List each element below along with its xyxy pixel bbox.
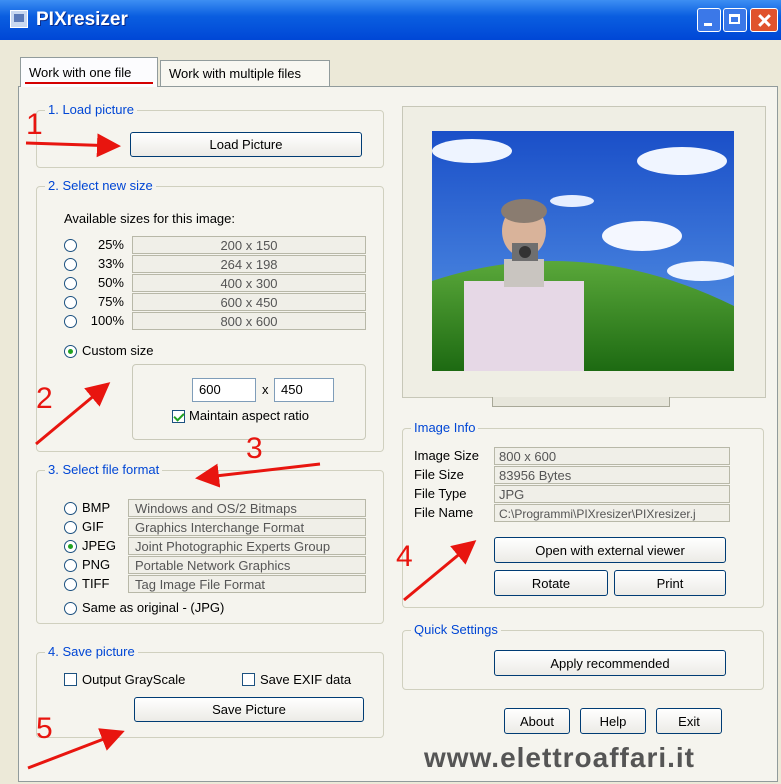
custom-size-radio[interactable] (64, 345, 77, 358)
help-button[interactable]: Help (580, 708, 646, 734)
annotation-1: 1 (26, 108, 43, 141)
app-icon (10, 10, 28, 28)
annotation-2: 2 (36, 382, 53, 415)
save-picture-button[interactable]: Save Picture (134, 697, 364, 722)
format-radio-tiff[interactable] (64, 578, 77, 591)
image-info-group-label: Image Info (411, 420, 479, 435)
window-title: PIXresizer (36, 9, 128, 30)
maximize-button[interactable] (723, 8, 747, 32)
apply-recommended-button[interactable]: Apply recommended (494, 650, 726, 676)
width-input[interactable]: 600 (192, 378, 256, 402)
image-size-label: Image Size (414, 448, 480, 463)
size-radio-25[interactable] (64, 239, 77, 252)
about-button[interactable]: About (504, 708, 570, 734)
title-bar[interactable]: PIXresizer (0, 0, 781, 40)
select-size-group-label: 2. Select new size (45, 178, 156, 193)
times-label: x (262, 382, 269, 397)
format-name-png: PNG (82, 557, 111, 572)
exif-checkbox[interactable] (242, 673, 255, 686)
available-sizes-label: Available sizes for this image: (64, 211, 236, 226)
size-dims-100: 800 x 600 (132, 312, 366, 330)
size-percent-25: 25% (97, 237, 124, 252)
tab-work-with-multiple-files[interactable]: Work with multiple files (160, 60, 330, 86)
maintain-aspect-label: Maintain aspect ratio (189, 408, 309, 423)
custom-size-box (132, 364, 366, 440)
format-name-gif: GIF (82, 519, 104, 534)
image-size-value: 800 x 600 (494, 447, 730, 465)
preview-stand (492, 397, 670, 407)
file-type-label: File Type (414, 486, 467, 501)
size-percent-75: 75% (97, 294, 124, 309)
format-radio-bmp[interactable] (64, 502, 77, 515)
same-as-original-label: Same as original - (JPG) (82, 600, 225, 615)
format-radio-jpeg[interactable] (64, 540, 77, 553)
exit-button[interactable]: Exit (656, 708, 722, 734)
size-radio-75[interactable] (64, 296, 77, 309)
maintain-aspect-checkbox[interactable] (172, 410, 185, 423)
minimize-button[interactable] (697, 8, 721, 32)
file-format-group-label: 3. Select file format (45, 462, 163, 477)
save-picture-group: 4. Save picture (36, 644, 384, 738)
size-radio-33[interactable] (64, 258, 77, 271)
file-size-label: File Size (414, 467, 464, 482)
format-name-jpeg: JPEG (82, 538, 116, 553)
format-name-bmp: BMP (82, 500, 111, 515)
size-radio-50[interactable] (64, 277, 77, 290)
size-percent-100: 100% (90, 313, 124, 328)
format-name-tiff: TIFF (82, 576, 110, 591)
size-radio-100[interactable] (64, 315, 77, 328)
format-desc-png: Portable Network Graphics (128, 556, 366, 574)
file-type-value: JPG (494, 485, 730, 503)
format-desc-tiff: Tag Image File Format (128, 575, 366, 593)
file-name-value: C:\Programmi\PIXresizer\PIXresizer.j (494, 504, 730, 522)
preview-image (432, 131, 734, 371)
custom-size-label: Custom size (82, 343, 154, 358)
file-name-label: File Name (414, 505, 474, 520)
watermark: www.elettroaffari.it (424, 742, 696, 773)
height-input[interactable]: 450 (274, 378, 334, 402)
format-radio-gif[interactable] (64, 521, 77, 534)
rotate-button[interactable]: Rotate (494, 570, 608, 596)
tab-work-with-one-file[interactable]: Work with one file (20, 57, 158, 87)
grayscale-label: Output GrayScale (82, 672, 186, 687)
exif-label: Save EXIF data (260, 672, 352, 687)
load-picture-group-label: 1. Load picture (45, 102, 138, 117)
format-desc-jpeg: Joint Photographic Experts Group (128, 537, 366, 555)
save-picture-group-label: 4. Save picture (45, 644, 138, 659)
size-dims-75: 600 x 450 (132, 293, 366, 311)
print-button[interactable]: Print (614, 570, 726, 596)
size-percent-50: 50% (97, 275, 124, 290)
annotation-5: 5 (36, 712, 53, 745)
size-dims-50: 400 x 300 (132, 274, 366, 292)
size-dims-33: 264 x 198 (132, 255, 366, 273)
quick-settings-group-label: Quick Settings (411, 622, 501, 637)
file-size-value: 83956 Bytes (494, 466, 730, 484)
size-percent-33: 33% (97, 256, 124, 271)
annotation-3: 3 (246, 432, 263, 465)
annotation-4: 4 (396, 540, 413, 573)
format-desc-bmp: Windows and OS/2 Bitmaps (128, 499, 366, 517)
grayscale-checkbox[interactable] (64, 673, 77, 686)
format-desc-gif: Graphics Interchange Format (128, 518, 366, 536)
open-external-viewer-button[interactable]: Open with external viewer (494, 537, 726, 563)
format-radio-same[interactable] (64, 602, 77, 615)
load-picture-button[interactable]: Load Picture (130, 132, 362, 157)
size-dims-25: 200 x 150 (132, 236, 366, 254)
format-radio-png[interactable] (64, 559, 77, 572)
close-button[interactable] (750, 8, 778, 32)
